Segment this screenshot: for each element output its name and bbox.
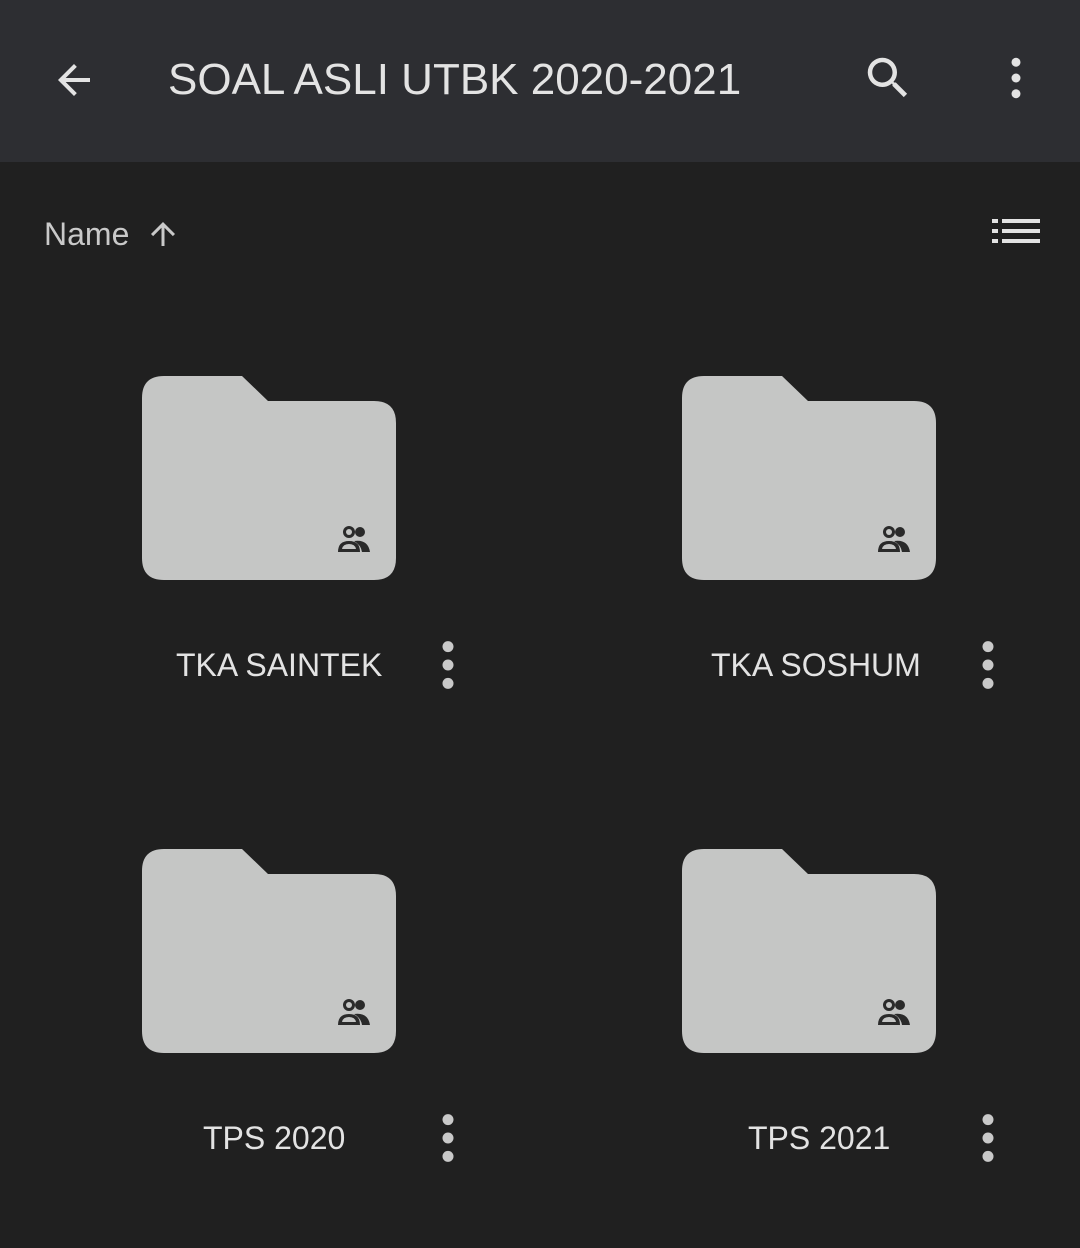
more-vert-icon (1011, 57, 1021, 99)
folder-name: TKA SAINTEK (176, 647, 383, 683)
folder-icon[interactable] (682, 376, 938, 582)
more-vert-icon (982, 1114, 994, 1162)
list-view-button[interactable] (980, 202, 1054, 264)
more-vert-icon (442, 1114, 454, 1162)
sort-by-name-button[interactable]: Name (36, 206, 181, 262)
more-vert-icon (442, 641, 454, 689)
folder-name: TKA SOSHUM (711, 647, 921, 683)
folder-more-button[interactable] (420, 1107, 476, 1169)
more-options-button[interactable] (978, 40, 1054, 116)
list-view-icon (992, 219, 1040, 243)
app-bar: SOAL ASLI UTBK 2020-2021 (0, 0, 1080, 162)
search-button[interactable] (850, 40, 926, 116)
back-button[interactable] (36, 42, 112, 118)
arrow-back-icon (58, 64, 90, 96)
folder-tile[interactable]: TKA SAINTEK (0, 302, 540, 775)
folder-icon[interactable] (682, 849, 938, 1055)
sort-bar: Name (0, 162, 1080, 302)
folder-more-button[interactable] (960, 634, 1016, 696)
folder-icon[interactable] (142, 849, 398, 1055)
search-icon (867, 57, 908, 98)
more-vert-icon (982, 641, 994, 689)
sort-label: Name (44, 215, 130, 252)
arrow-upward-icon (145, 216, 181, 252)
folder-icon[interactable] (142, 376, 398, 582)
page-title: SOAL ASLI UTBK 2020-2021 (168, 55, 742, 104)
folder-more-button[interactable] (960, 1107, 1016, 1169)
folder-name: TPS 2021 (748, 1120, 891, 1156)
folder-tile[interactable]: TPS 2020 (0, 775, 540, 1248)
folder-tile[interactable]: TPS 2021 (540, 775, 1080, 1248)
folder-name: TPS 2020 (203, 1120, 346, 1156)
folder-more-button[interactable] (420, 634, 476, 696)
folder-tile[interactable]: TKA SOSHUM (540, 302, 1080, 775)
